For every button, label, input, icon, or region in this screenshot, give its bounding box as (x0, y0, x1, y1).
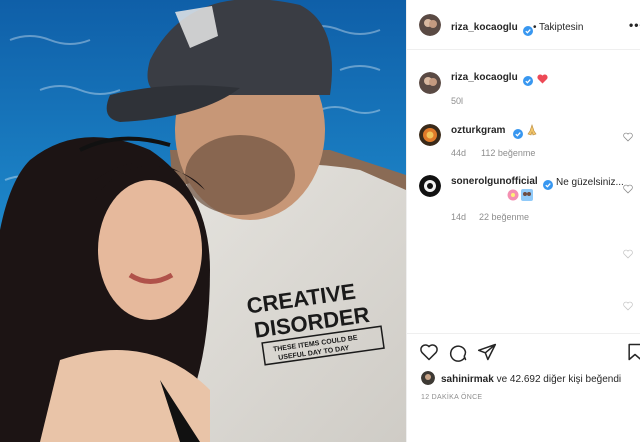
liked-by-username[interactable]: sahinirmak (441, 374, 494, 385)
comment-like-icon[interactable] (623, 181, 633, 194)
caption-time: 50l (451, 96, 464, 106)
couple-icon (521, 188, 533, 206)
post-header: riza_kocaoglu • Takiptesin ••• (407, 0, 640, 50)
comment-time: 14d (451, 212, 467, 222)
more-options-icon[interactable]: ••• (629, 18, 640, 32)
comment-like-icon[interactable] (623, 246, 633, 259)
share-icon[interactable] (477, 342, 497, 362)
caption-avatar[interactable] (419, 72, 441, 94)
flower-icon (507, 188, 519, 206)
comment-icon[interactable] (448, 342, 468, 362)
follow-status[interactable]: Takiptesin (539, 22, 583, 33)
liked-by-count[interactable]: ve 42.692 diğer kişi beğendi (497, 374, 622, 385)
comment-avatar[interactable] (419, 124, 441, 146)
comment-like-icon[interactable] (623, 298, 633, 311)
verified-badge-icon (513, 126, 523, 139)
header-username[interactable]: riza_kocaoglu (451, 22, 518, 33)
verified-badge-icon (523, 73, 533, 86)
verified-badge-icon (543, 177, 553, 190)
verified-badge-icon (523, 23, 533, 36)
comment-avatar[interactable] (419, 175, 441, 197)
separator-dot: • (533, 22, 537, 33)
caption-username[interactable]: riza_kocaoglu (451, 72, 518, 83)
liker-avatar[interactable] (421, 371, 435, 385)
comment-username[interactable]: sonerolgunofficial (451, 176, 538, 187)
post-side-panel: riza_kocaoglu • Takiptesin ••• riza_koca… (406, 0, 640, 442)
avatar[interactable] (419, 14, 441, 36)
save-bookmark-icon[interactable] (625, 342, 640, 362)
post-photo[interactable]: CREATIVE DISORDER THESE ITEMS COULD BE U… (0, 0, 406, 442)
folded-hands-icon (526, 123, 538, 141)
post-photo-image: CREATIVE DISORDER THESE ITEMS COULD BE U… (0, 0, 406, 442)
liked-by-text[interactable]: sahinirmak ve 42.692 diğer kişi beğendi (441, 374, 621, 385)
post-time-ago: 12 DAKİKA ÖNCE (421, 394, 483, 401)
comment-likes[interactable]: 112 beğenme (481, 148, 535, 158)
comment-time: 44d (451, 148, 467, 158)
comment-like-icon[interactable] (623, 129, 633, 142)
comment-username[interactable]: ozturkgram (451, 125, 505, 136)
like-heart-icon[interactable] (419, 342, 439, 362)
post-actions: sahinirmak ve 42.692 diğer kişi beğendi … (407, 333, 640, 442)
red-heart-icon (537, 71, 548, 89)
comment-likes[interactable]: 22 beğenme (479, 212, 529, 222)
